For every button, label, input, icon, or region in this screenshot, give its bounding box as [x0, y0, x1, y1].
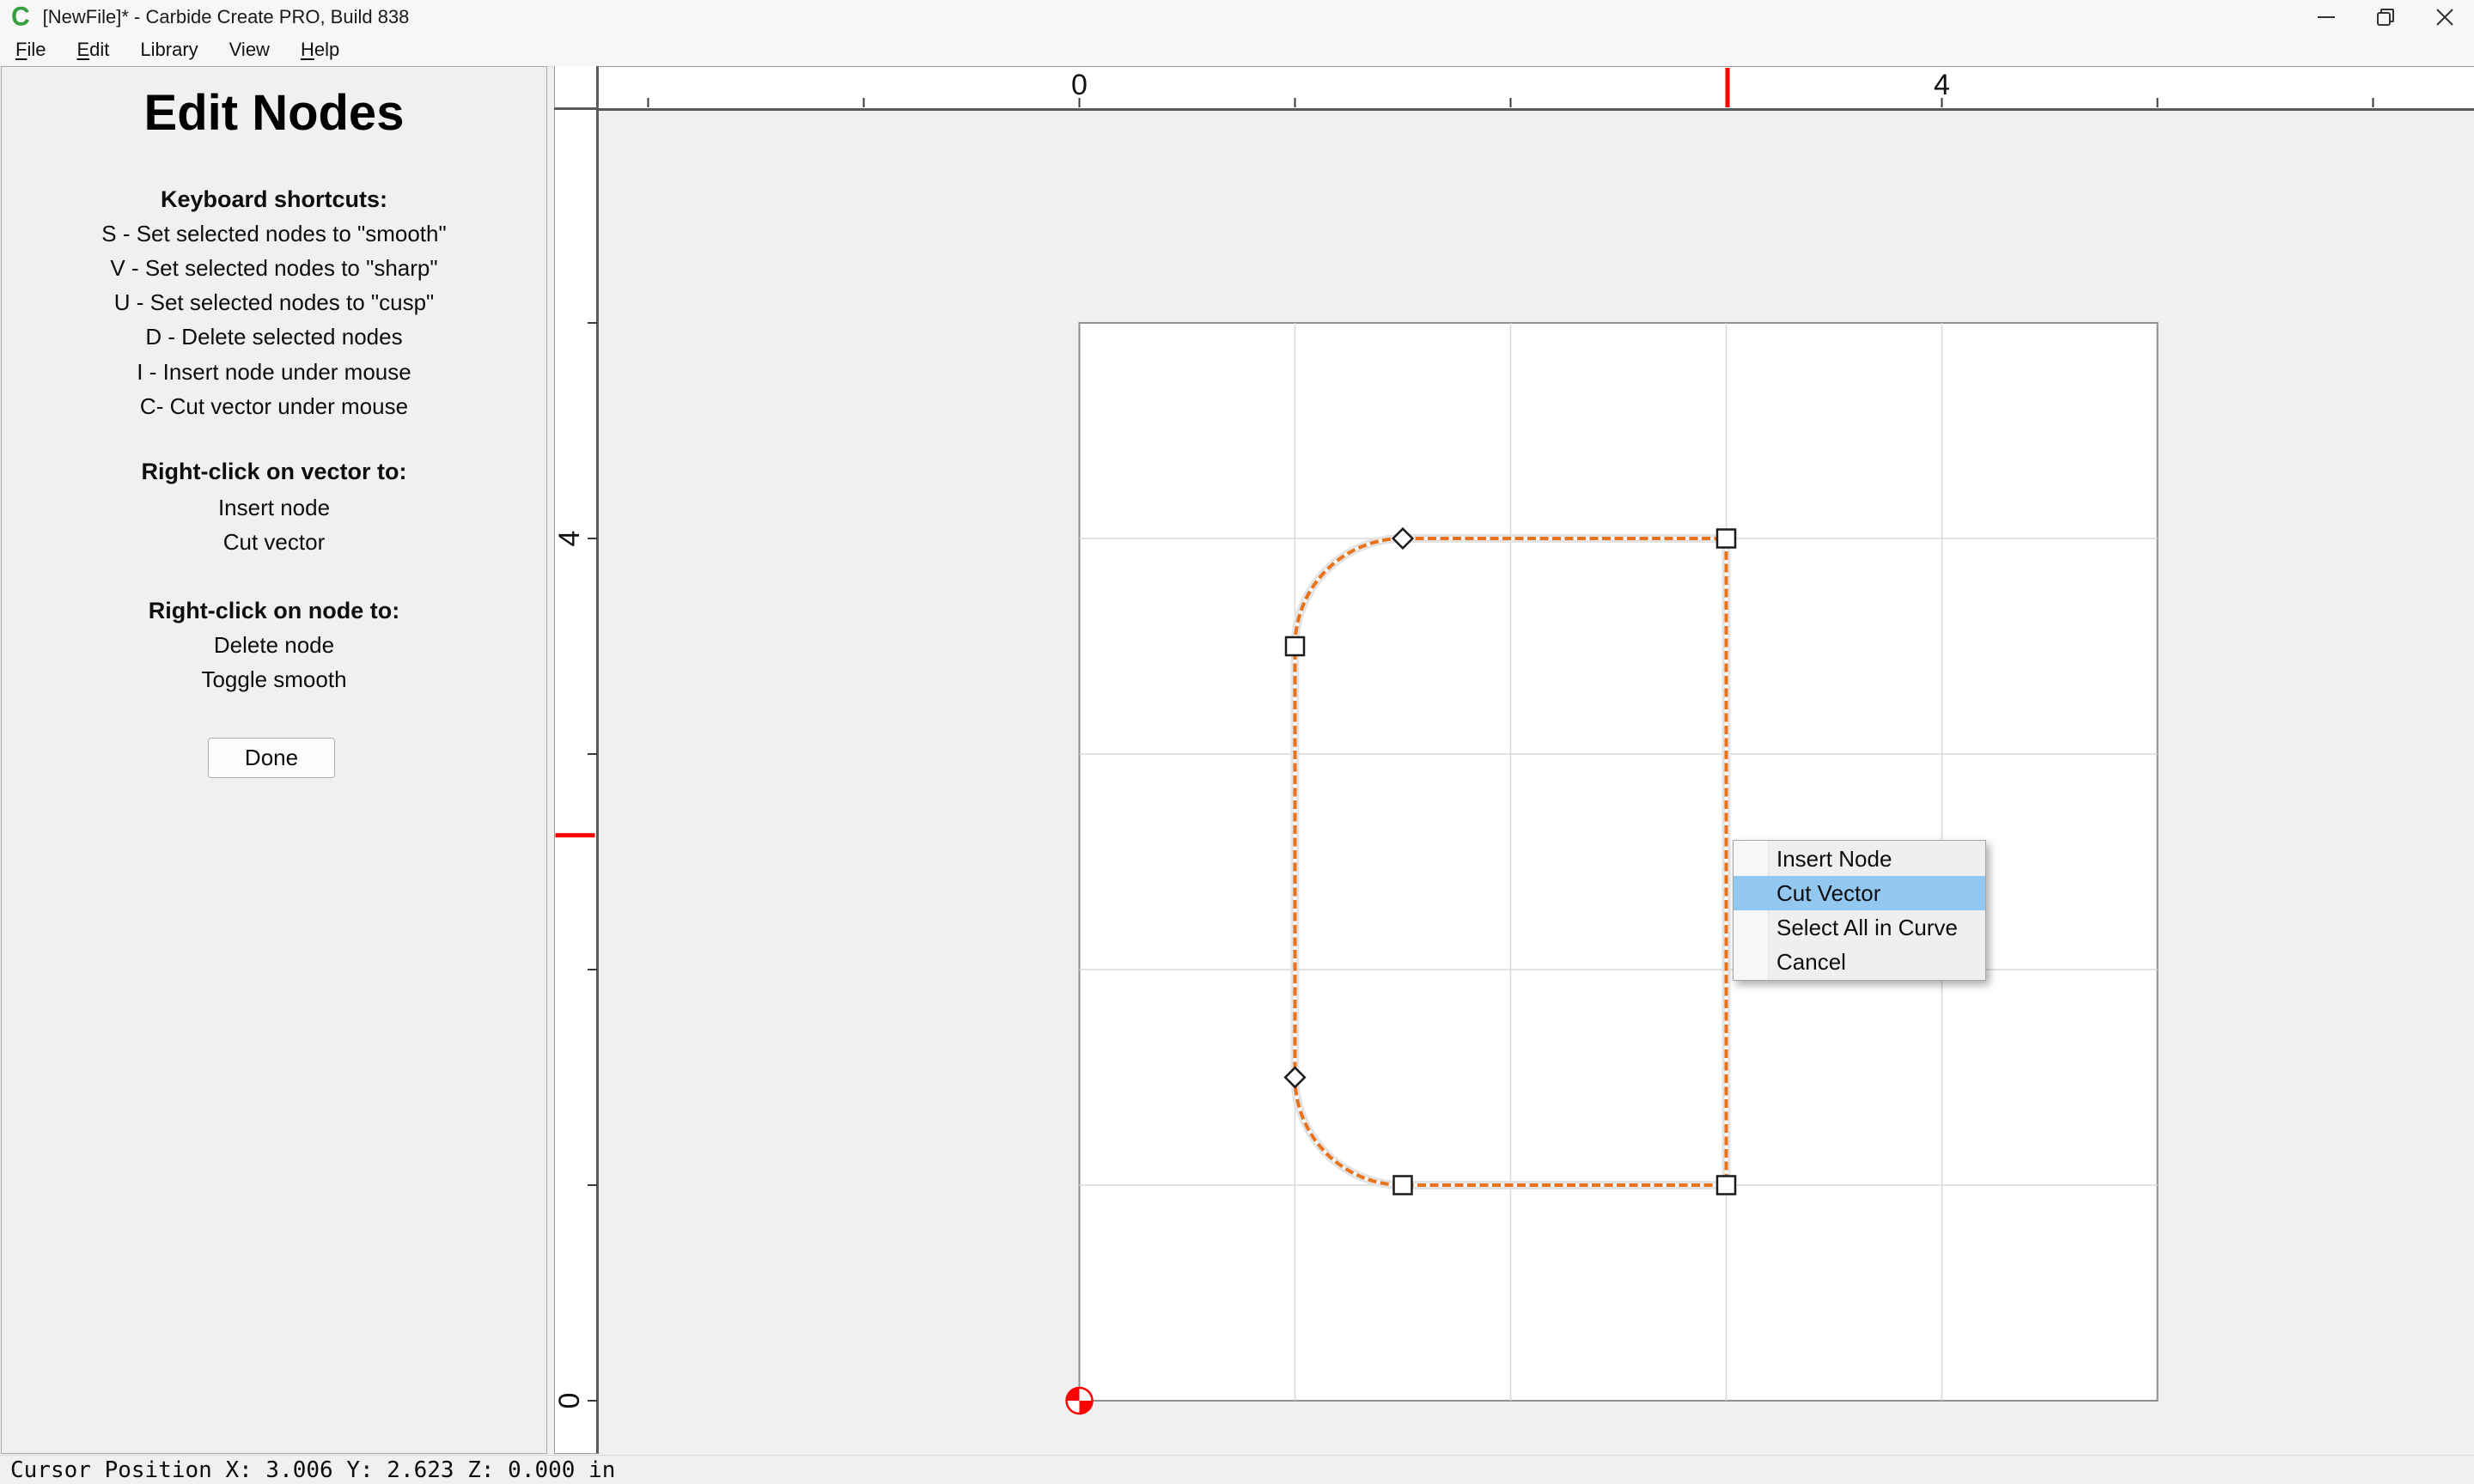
menu-bar: FileEditLibraryViewHelp: [0, 34, 2474, 67]
context-menu: Insert NodeCut VectorSelect All in Curve…: [1733, 840, 1986, 981]
close-icon: [2434, 7, 2455, 27]
canvas-viewport[interactable]: [599, 111, 2474, 1455]
minimize-button[interactable]: [2296, 0, 2355, 34]
ruler-vertical: [554, 66, 599, 1454]
vector-insert-node-label: Insert node: [2, 495, 546, 520]
done-button[interactable]: Done: [208, 738, 335, 778]
restore-icon: [2375, 7, 2396, 27]
node-toggle-smooth-label: Toggle smooth: [2, 666, 546, 692]
context-menu-item-cut-vector[interactable]: Cut Vector: [1734, 876, 1985, 910]
close-button[interactable]: [2415, 0, 2474, 34]
keyboard-shortcuts-heading: Keyboard shortcuts:: [2, 186, 546, 212]
ruler-horizontal: [554, 66, 2474, 111]
title-bar: C [NewFile]* - Carbide Create PRO, Build…: [0, 0, 2474, 34]
minimize-icon: [2316, 7, 2337, 27]
menu-help[interactable]: Help: [285, 34, 355, 65]
shortcut-insert: I - Insert node under mouse: [2, 359, 546, 385]
edit-nodes-panel: Edit Nodes Keyboard shortcuts: S - Set s…: [1, 66, 547, 1454]
restore-button[interactable]: [2355, 0, 2415, 34]
menu-library[interactable]: Library: [125, 34, 213, 65]
context-menu-item-insert-node[interactable]: Insert Node: [1734, 842, 1985, 876]
carbide-create-logo-icon: C: [11, 2, 29, 33]
shortcut-cut: C- Cut vector under mouse: [2, 393, 546, 419]
menu-file[interactable]: File: [0, 34, 61, 65]
panel-title: Edit Nodes: [2, 82, 546, 144]
menu-view[interactable]: View: [214, 34, 285, 65]
context-menu-item-select-all-in-curve[interactable]: Select All in Curve: [1734, 910, 1985, 945]
vector-cut-vector-label: Cut vector: [2, 529, 546, 555]
status-bar: Cursor Position X: 3.006 Y: 2.623 Z: 0.0…: [0, 1455, 2474, 1484]
shortcut-sharp: V - Set selected nodes to "sharp": [2, 255, 546, 281]
window-controls: [2296, 0, 2474, 34]
window-title: [NewFile]* - Carbide Create PRO, Build 8…: [43, 6, 410, 28]
rightclick-vector-heading: Right-click on vector to:: [2, 459, 546, 484]
shortcut-cusp: U - Set selected nodes to "cusp": [2, 289, 546, 315]
cursor-position-readout: Cursor Position X: 3.006 Y: 2.623 Z: 0.0…: [10, 1457, 615, 1483]
app-window: C [NewFile]* - Carbide Create PRO, Build…: [0, 0, 2474, 1484]
menu-edit[interactable]: Edit: [61, 34, 125, 65]
shortcut-smooth: S - Set selected nodes to "smooth": [2, 221, 546, 246]
rightclick-node-heading: Right-click on node to:: [2, 598, 546, 623]
context-menu-item-cancel[interactable]: Cancel: [1734, 945, 1985, 979]
node-delete-label: Delete node: [2, 632, 546, 658]
shortcut-delete: D - Delete selected nodes: [2, 324, 546, 350]
